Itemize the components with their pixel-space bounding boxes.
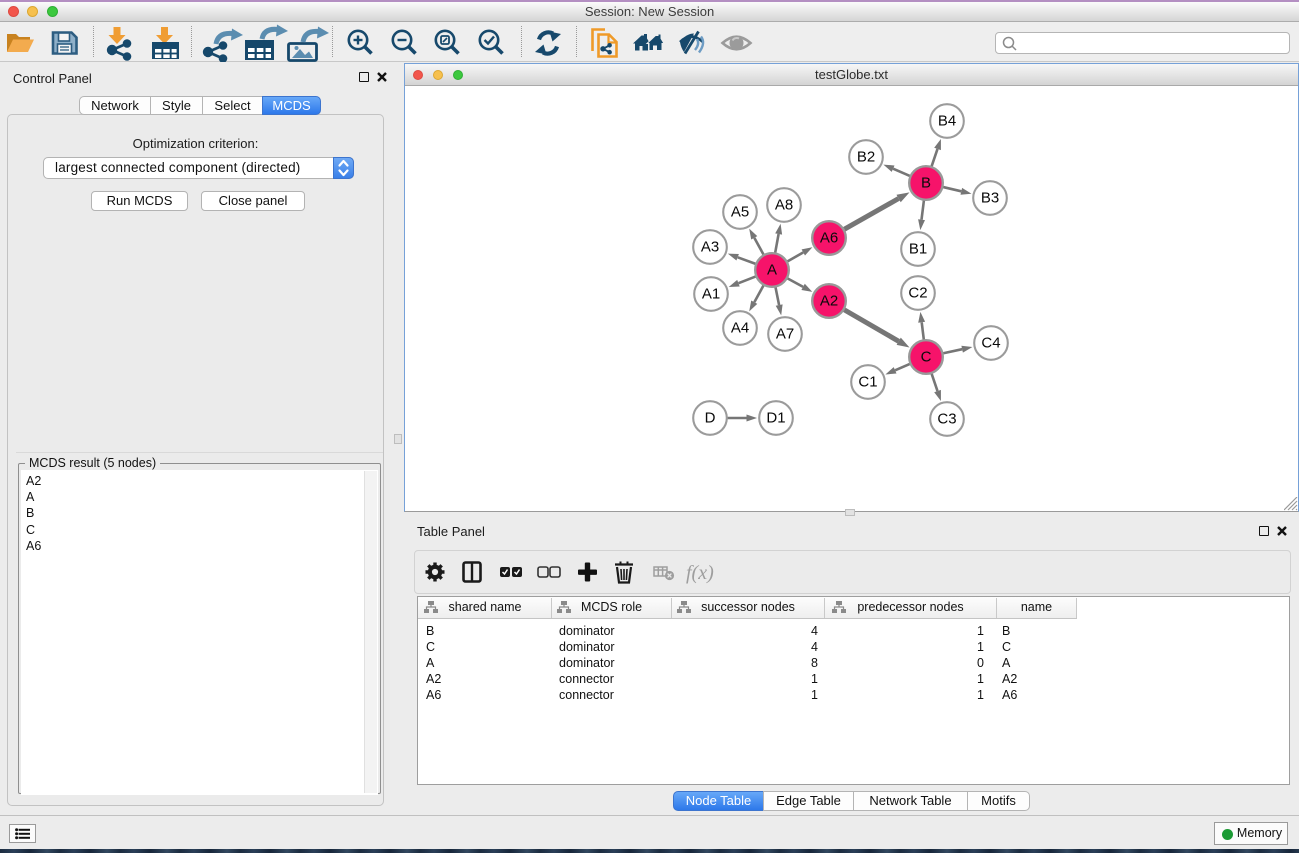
svg-text:A1: A1 [702,286,720,303]
svg-text:A5: A5 [731,204,749,221]
svg-text:A7: A7 [776,326,794,343]
svg-text:A3: A3 [701,239,719,256]
svg-text:A8: A8 [775,197,793,214]
svg-text:C3: C3 [937,411,956,428]
svg-text:B2: B2 [857,149,875,166]
svg-text:C1: C1 [858,374,877,391]
svg-text:A2: A2 [820,293,838,310]
svg-text:B: B [921,175,931,192]
svg-text:C2: C2 [908,285,927,302]
svg-text:B3: B3 [981,190,999,207]
svg-text:D: D [705,410,716,427]
svg-text:B1: B1 [909,241,927,258]
svg-text:B4: B4 [938,113,956,130]
svg-text:A4: A4 [731,320,749,337]
svg-text:A6: A6 [820,230,838,247]
svg-text:C4: C4 [981,335,1000,352]
svg-text:f(x): f(x) [686,562,714,584]
svg-text:A: A [767,262,777,279]
svg-text:C: C [921,349,932,366]
svg-text:D1: D1 [766,410,785,427]
